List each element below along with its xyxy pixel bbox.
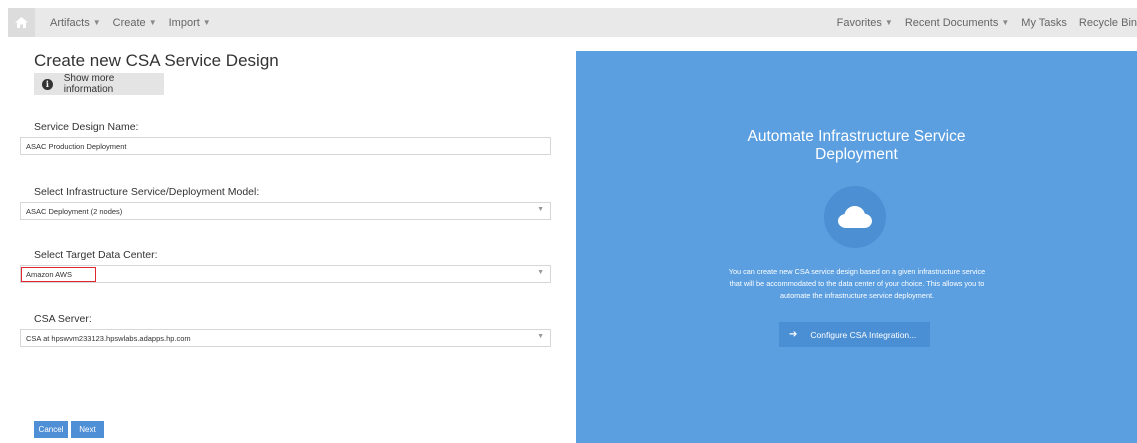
chevron-down-icon: ▼ — [92, 18, 101, 27]
show-more-information-button[interactable]: i Show more information — [34, 73, 164, 95]
deployment-model-label: Select Infrastructure Service/Deployment… — [34, 186, 260, 198]
deployment-model-value: ASAC Deployment (2 nodes) — [26, 206, 123, 216]
nav-menu-left: Artifacts ▼ Create ▼ Import ▼ — [50, 8, 211, 37]
home-icon — [15, 17, 28, 28]
cancel-button[interactable]: Cancel — [34, 421, 68, 438]
nav-favorites-label: Favorites — [836, 16, 882, 29]
nav-recent-documents-label: Recent Documents — [904, 16, 999, 29]
nav-recent-documents[interactable]: Recent Documents ▼ — [905, 17, 1009, 29]
service-design-name-label: Service Design Name: — [34, 121, 139, 133]
info-panel: Automate Infrastructure Service Deployme… — [576, 51, 1137, 443]
nav-favorites[interactable]: Favorites ▼ — [837, 17, 893, 29]
page-title: Create new CSA Service Design — [34, 51, 279, 70]
top-navigation-bar: Artifacts ▼ Create ▼ Import ▼ Favorites ▼ Re… — [8, 8, 1137, 37]
nav-import-label: Import — [168, 16, 200, 29]
nav-import[interactable]: Import ▼ — [169, 17, 211, 29]
configure-csa-integration-button[interactable]: ➔ Configure CSA Integration... — [779, 322, 930, 347]
target-data-center-label: Select Target Data Center: — [34, 249, 158, 261]
chevron-down-icon: ▼ — [537, 269, 544, 276]
chevron-down-icon: ▼ — [148, 18, 157, 27]
panel-description-line2: that will be accommodated to the data ce… — [729, 279, 985, 288]
csa-server-select[interactable]: CSA at hpswvm233123.hpswlabs.adapps.hp.c… — [20, 329, 551, 347]
chevron-down-icon: ▼ — [202, 18, 211, 27]
info-icon: i — [42, 78, 53, 90]
panel-description-line3: automate the infrastructure service depl… — [779, 291, 935, 300]
nav-artifacts-label: Artifacts — [50, 16, 90, 29]
deployment-model-select[interactable]: ASAC Deployment (2 nodes) ▼ — [20, 202, 551, 220]
cloud-badge — [824, 186, 886, 248]
nav-menu-right: Favorites ▼ Recent Documents ▼ My Tasks Re… — [837, 8, 1137, 37]
chevron-down-icon: ▼ — [1001, 18, 1010, 27]
configure-csa-integration-label: Configure CSA Integration... — [810, 329, 917, 340]
service-design-name-value: ASAC Production Deployment — [26, 141, 127, 151]
panel-title-line2: Deployment — [815, 146, 898, 163]
show-more-information-label: Show more information — [63, 73, 115, 95]
panel-description: You can create new CSA service design ba… — [696, 266, 1018, 302]
target-data-center-select[interactable]: Amazon AWS ▼ — [20, 265, 551, 283]
nav-recycle-bin[interactable]: Recycle Bin — [1079, 17, 1137, 29]
home-button[interactable] — [8, 8, 35, 37]
panel-description-line1: You can create new CSA service design ba… — [728, 267, 986, 276]
panel-title: Automate Infrastructure Service Deployme… — [576, 128, 1137, 164]
chevron-down-icon: ▼ — [537, 333, 544, 340]
nav-artifacts[interactable]: Artifacts ▼ — [50, 17, 101, 29]
csa-server-label: CSA Server: — [34, 313, 92, 325]
nav-create-label: Create — [112, 16, 146, 29]
highlight-box — [21, 267, 96, 282]
nav-my-tasks[interactable]: My Tasks — [1021, 17, 1067, 29]
cloud-icon — [838, 206, 872, 228]
arrow-right-icon: ➔ — [789, 329, 798, 340]
nav-create[interactable]: Create ▼ — [113, 17, 157, 29]
nav-recycle-bin-label: Recycle Bin — [1078, 16, 1137, 29]
panel-title-line1: Automate Infrastructure Service — [747, 128, 966, 145]
chevron-down-icon: ▼ — [884, 18, 893, 27]
next-button[interactable]: Next — [71, 421, 104, 438]
service-design-name-input[interactable]: ASAC Production Deployment — [20, 137, 551, 155]
nav-my-tasks-label: My Tasks — [1021, 16, 1067, 29]
chevron-down-icon: ▼ — [537, 206, 544, 213]
csa-server-value: CSA at hpswvm233123.hpswlabs.adapps.hp.c… — [26, 333, 191, 343]
